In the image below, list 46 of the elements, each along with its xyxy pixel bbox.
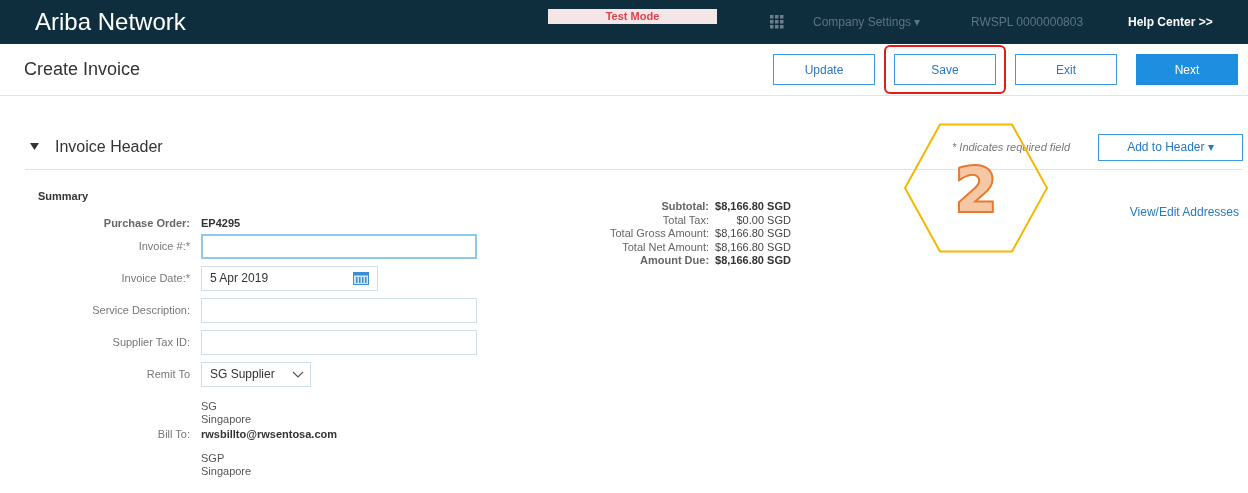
field-label: Bill To: bbox=[156, 428, 191, 440]
view-edit-addresses-link[interactable]: View/Edit Addresses bbox=[1129, 205, 1239, 219]
test-mode-badge: Test Mode bbox=[548, 9, 717, 24]
help-center-link[interactable]: Help Center >> bbox=[1128, 15, 1213, 29]
address-line: Singapore bbox=[201, 413, 253, 426]
field-label: Invoice #:* bbox=[137, 240, 191, 252]
total-value: $0.00 SGD bbox=[735, 213, 791, 227]
bill-to-email: rwsbillto@rwsentosa.com bbox=[201, 428, 338, 440]
address-line: Singapore bbox=[201, 465, 253, 478]
field-label: Supplier Tax ID: bbox=[111, 336, 191, 348]
section-title: Invoice Header bbox=[55, 138, 163, 156]
text-field[interactable] bbox=[201, 233, 477, 259]
summary-heading: Summary bbox=[38, 190, 90, 202]
page-title: Create Invoice bbox=[24, 59, 141, 80]
address-line: SGP bbox=[201, 452, 226, 465]
action-button[interactable]: Save bbox=[894, 54, 996, 85]
text-field[interactable] bbox=[201, 329, 477, 355]
company-settings-menu[interactable]: Company Settings ▾ bbox=[813, 15, 971, 29]
app-logo: Ariba Network bbox=[35, 8, 187, 36]
field-label: Purchase Order: bbox=[102, 217, 191, 229]
total-label: Total Tax: bbox=[661, 213, 710, 227]
action-button[interactable]: Next bbox=[1136, 54, 1238, 85]
total-value: $8,166.80 SGD bbox=[715, 240, 791, 254]
total-label: Total Net Amount: bbox=[621, 240, 710, 254]
chevron-down-icon bbox=[292, 370, 304, 378]
purchase-order-number: EP4295 bbox=[201, 217, 241, 229]
total-value: $8,166.80 SGD bbox=[715, 200, 791, 214]
remit-to-dropdown[interactable]: SG Supplier bbox=[201, 361, 311, 387]
field-label: Service Description: bbox=[91, 304, 191, 316]
collapse-triangle-icon[interactable] bbox=[30, 143, 39, 151]
account-id: RWSPL 0000000803 bbox=[971, 15, 1085, 29]
field-label: Remit To bbox=[145, 368, 191, 380]
text-field[interactable] bbox=[201, 297, 477, 323]
app-grid-icon[interactable] bbox=[770, 15, 784, 29]
total-label: Amount Due: bbox=[639, 254, 710, 268]
add-to-header-button[interactable]: Add to Header ▾ bbox=[1098, 133, 1243, 161]
field-label: Invoice Date:* bbox=[120, 272, 191, 284]
total-value: $8,166.80 SGD bbox=[715, 254, 791, 268]
address-line: SG bbox=[201, 400, 218, 413]
action-button[interactable]: Update bbox=[773, 54, 875, 85]
date-field[interactable]: 5 Apr 2019 bbox=[201, 265, 378, 291]
action-button[interactable]: Exit bbox=[1015, 54, 1117, 85]
total-label: Total Gross Amount: bbox=[610, 227, 710, 241]
total-label: Subtotal: bbox=[660, 200, 710, 214]
total-value: $8,166.80 SGD bbox=[715, 227, 791, 241]
calendar-icon[interactable] bbox=[353, 271, 369, 285]
